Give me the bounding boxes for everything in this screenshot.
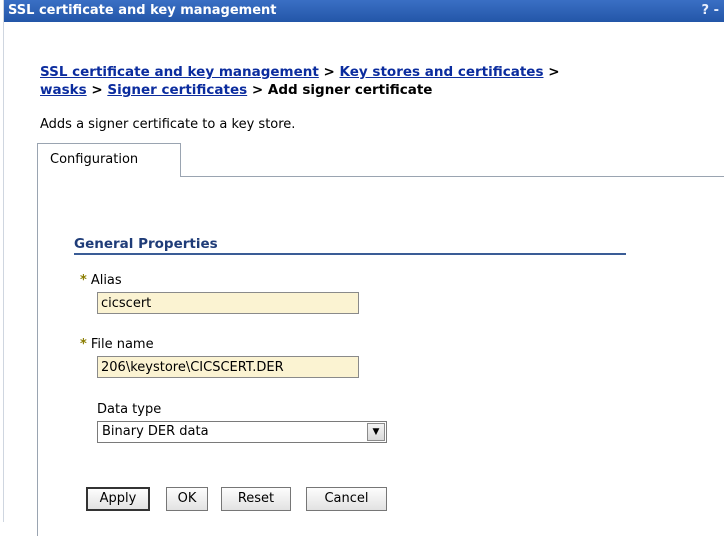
page-description: Adds a signer certificate to a key store… [40, 117, 296, 132]
breadcrumb-separator: > [323, 64, 335, 80]
breadcrumb-link-signers[interactable]: Signer certificates [107, 82, 247, 98]
required-marker: * [80, 273, 87, 288]
breadcrumb-link-wasks[interactable]: wasks [40, 82, 87, 98]
file-name-input[interactable] [97, 356, 359, 378]
apply-button[interactable]: Apply [86, 487, 150, 511]
required-marker: * [80, 337, 87, 352]
alias-input[interactable] [97, 292, 359, 314]
file-name-label: File name [90, 337, 154, 352]
file-name-label-row: * File name [80, 337, 154, 352]
breadcrumb-separator: > [251, 82, 264, 98]
breadcrumb-separator: > [548, 64, 560, 80]
breadcrumb-current: Add signer certificate [267, 82, 433, 98]
chevron-down-icon[interactable]: ▼ [367, 423, 385, 441]
data-type-label: Data type [97, 402, 162, 417]
breadcrumb: SSL certificate and key management > Key… [40, 63, 690, 99]
reset-button[interactable]: Reset [221, 487, 291, 511]
window-title: SSL certificate and key management [8, 3, 277, 18]
breadcrumb-separator: > [91, 82, 103, 98]
section-title: General Properties [74, 236, 626, 255]
help-icon[interactable]: ? - [702, 0, 719, 22]
tab-configuration[interactable]: Configuration [37, 143, 181, 177]
alias-label-row: * Alias [80, 273, 122, 288]
window-titlebar: SSL certificate and key management ? - [4, 0, 724, 22]
breadcrumb-link-ssl[interactable]: SSL certificate and key management [40, 64, 319, 80]
data-type-selected: Binary DER data [102, 424, 209, 439]
ok-button[interactable]: OK [166, 487, 208, 511]
alias-label: Alias [90, 273, 122, 288]
breadcrumb-link-keystores[interactable]: Key stores and certificates [340, 64, 544, 80]
cancel-button[interactable]: Cancel [306, 487, 387, 511]
data-type-select[interactable]: Binary DER data ▼ [97, 421, 387, 443]
